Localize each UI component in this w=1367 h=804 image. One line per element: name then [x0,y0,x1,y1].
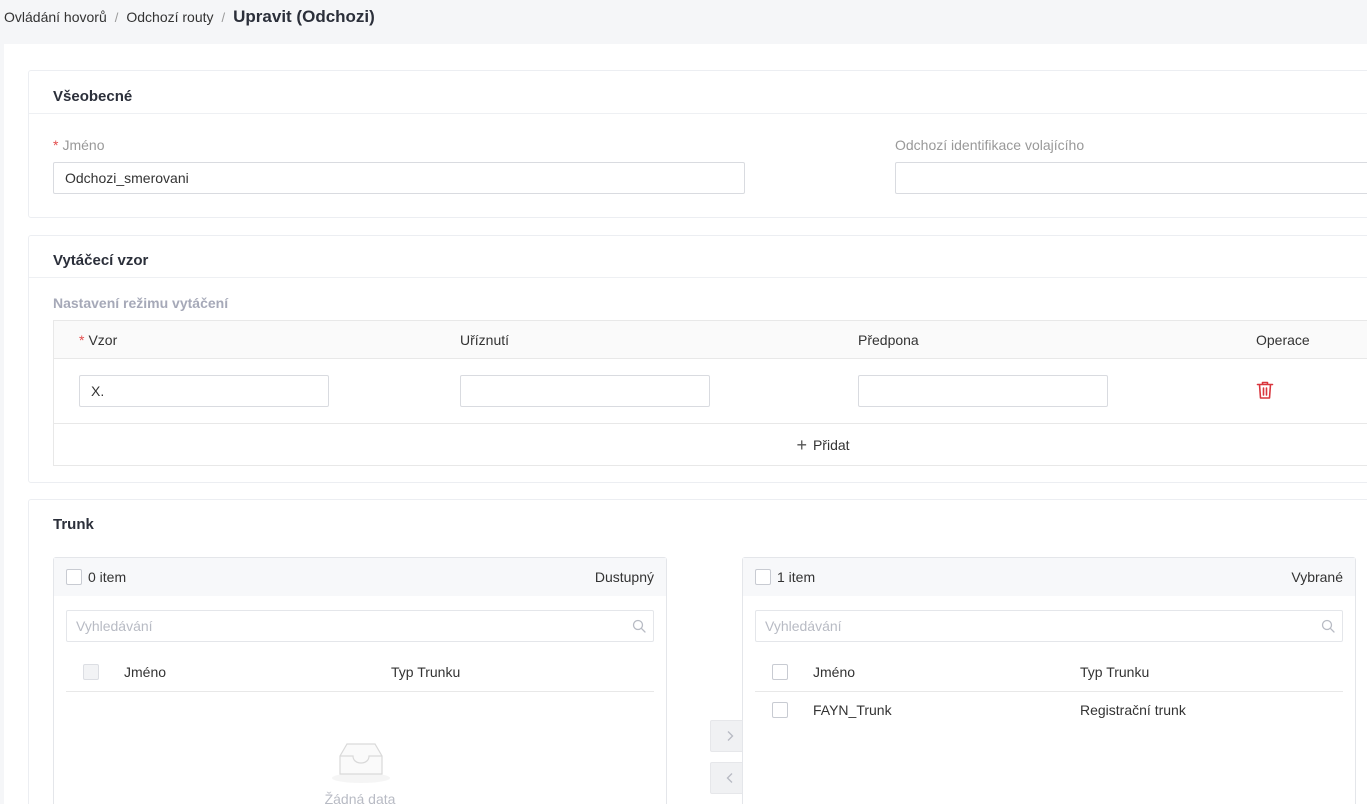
empty-inbox-icon [332,743,390,783]
page-title: Upravit (Odchozi) [233,7,375,26]
search-icon [632,619,646,633]
name-input[interactable] [53,162,745,194]
column-pattern-text: Vzor [88,332,118,348]
trunk-title: Trunk [53,516,94,533]
trunk-row-name: FAYN_Trunk [813,702,892,718]
pattern-input[interactable] [79,375,329,407]
column-pattern: * Vzor [79,332,117,348]
main-content: Všeobecné *Jméno Odchozí identifikace vo… [4,44,1367,804]
available-count: 0 item [88,569,127,585]
breadcrumb-separator: / [221,9,226,25]
caller-id-input[interactable] [895,162,1367,194]
dial-pattern-table: *Vzor Uříznutí Předpona Operace + Přidat [53,320,1367,466]
add-pattern-button[interactable]: + Přidat [54,424,1367,466]
breadcrumb: Ovládání hovorů / Odchozí routy / Upravi… [4,6,375,28]
search-icon [1321,619,1335,633]
available-trunk-list: 0 item Dustupný Jméno Typ Trunku Žádná d… [53,557,667,804]
general-title: Všeobecné [53,88,133,105]
selected-trunk-list: 1 item Vybrané Jméno Typ Trunku FAYN_Tru… [742,557,1356,804]
card-divider [29,113,1367,114]
available-list-header: 0 item Dustupný [54,558,666,596]
dial-pattern-card: Vytáčecí vzor Nastavení režimu vytáčení … [28,235,1367,483]
selected-header-line [755,691,1343,692]
chevron-right-icon [727,731,733,741]
selected-col-type: Typ Trunku [1080,664,1150,680]
breadcrumb-separator: / [114,9,119,25]
available-header-checkbox [83,664,99,680]
breadcrumb-item-call-control[interactable]: Ovládání hovorů [4,9,107,25]
selected-select-all-checkbox[interactable] [755,569,771,585]
trash-icon[interactable] [1256,380,1274,400]
available-select-all-checkbox[interactable] [66,569,82,585]
table-header: * Vzor Uříznutí Předpona Operace [54,321,1367,359]
column-prefix: Předpona [858,332,919,348]
available-col-type: Typ Trunku [391,664,461,680]
strip-input[interactable] [460,375,710,407]
plus-icon: + [796,435,807,455]
name-label-text: Jméno [62,137,105,153]
available-search-input[interactable] [66,610,654,642]
available-col-name: Jméno [124,664,167,680]
selected-header-checkbox[interactable] [772,664,788,680]
selected-col-name: Jméno [813,664,856,680]
card-divider [29,277,1367,278]
column-operation: Operace [1256,332,1310,348]
available-title: Dustupný [594,569,654,585]
add-pattern-label: Přidat [812,437,850,453]
general-card: Všeobecné *Jméno Odchozí identifikace vo… [28,70,1367,218]
trunk-row-type: Registrační trunk [1080,702,1186,718]
chevron-left-icon [726,773,732,783]
name-label: * Jméno [53,137,104,153]
dial-pattern-title: Vytáčecí vzor [53,252,149,269]
column-strip: Uříznutí [460,332,510,348]
required-mark: * [79,332,85,348]
selected-count: 1 item [777,569,816,585]
required-mark: * [53,137,59,153]
available-header-line [66,691,654,692]
available-empty-text: Žádná data [324,791,396,804]
dial-mode-subtitle: Nastavení režimu vytáčení [53,295,229,311]
selected-list-header: 1 item Vybrané [743,558,1355,596]
caller-id-label: Odchozí identifikace volajícího [895,137,1085,153]
trunk-row-checkbox[interactable] [772,702,788,718]
trunk-card: Trunk 0 item Dustupný Jméno Typ Trunku [28,499,1367,804]
selected-search-input[interactable] [755,610,1343,642]
prefix-input[interactable] [858,375,1108,407]
breadcrumb-item-outbound-routes[interactable]: Odchozí routy [126,9,213,25]
selected-title: Vybrané [1291,569,1343,585]
